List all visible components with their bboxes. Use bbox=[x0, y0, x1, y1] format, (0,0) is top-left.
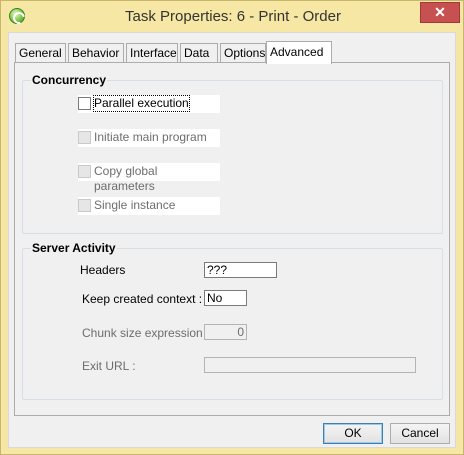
exit-url-label: Exit URL : bbox=[82, 359, 136, 373]
server-activity-title: Server Activity bbox=[31, 241, 117, 255]
close-icon: ✕ bbox=[434, 4, 446, 20]
concurrency-group: Concurrency Parallel execution Initiate … bbox=[22, 73, 443, 234]
tab-interface[interactable]: Interface bbox=[126, 43, 178, 63]
exit-url-field[interactable] bbox=[204, 357, 416, 373]
checkbox-box bbox=[78, 97, 91, 110]
window-title: Task Properties: 6 - Print - Order bbox=[125, 8, 341, 25]
single-instance-checkbox[interactable]: Single instance bbox=[78, 197, 220, 215]
cancel-button[interactable]: Cancel bbox=[390, 423, 450, 444]
keep-context-field[interactable]: No bbox=[204, 290, 247, 306]
initiate-main-program-checkbox[interactable]: Initiate main program bbox=[78, 129, 220, 147]
headers-label: Headers bbox=[80, 263, 126, 277]
single-instance-label: Single instance bbox=[94, 198, 176, 212]
concurrency-title: Concurrency bbox=[31, 73, 108, 87]
chunk-size-field[interactable]: 0 bbox=[204, 324, 247, 340]
copy-global-parameters-label: Copy global parameters bbox=[94, 164, 158, 193]
tab-advanced[interactable]: Advanced bbox=[266, 41, 332, 64]
ok-button[interactable]: OK bbox=[323, 423, 383, 444]
copy-global-parameters-checkbox[interactable]: Copy global parameters bbox=[78, 163, 220, 193]
keep-context-label: Keep created context : bbox=[82, 292, 203, 306]
advanced-tab-panel: Concurrency Parallel execution Initiate … bbox=[14, 62, 450, 416]
tab-behavior[interactable]: Behavior bbox=[68, 43, 124, 63]
parallel-execution-checkbox[interactable]: Parallel execution bbox=[78, 95, 220, 113]
tab-options[interactable]: Options bbox=[220, 43, 266, 63]
tab-general[interactable]: General bbox=[15, 43, 66, 63]
tab-data[interactable]: Data bbox=[180, 43, 218, 63]
chunk-size-label: Chunk size expression : bbox=[82, 326, 210, 340]
checkbox-box bbox=[78, 165, 91, 178]
task-properties-dialog: Task Properties: 6 - Print - Order ✕ Gen… bbox=[0, 0, 464, 455]
close-button[interactable]: ✕ bbox=[420, 2, 460, 23]
title-bar: Task Properties: 6 - Print - Order ✕ bbox=[1, 1, 463, 33]
dialog-body: General Behavior Interface Data Options … bbox=[8, 32, 456, 448]
headers-field[interactable]: ??? bbox=[204, 262, 277, 278]
initiate-main-program-label: Initiate main program bbox=[94, 130, 207, 144]
server-activity-group: Server Activity Headers ??? Keep created… bbox=[22, 241, 443, 400]
checkbox-box bbox=[78, 131, 91, 144]
parallel-execution-label: Parallel execution bbox=[93, 95, 190, 112]
checkbox-box bbox=[78, 199, 91, 212]
